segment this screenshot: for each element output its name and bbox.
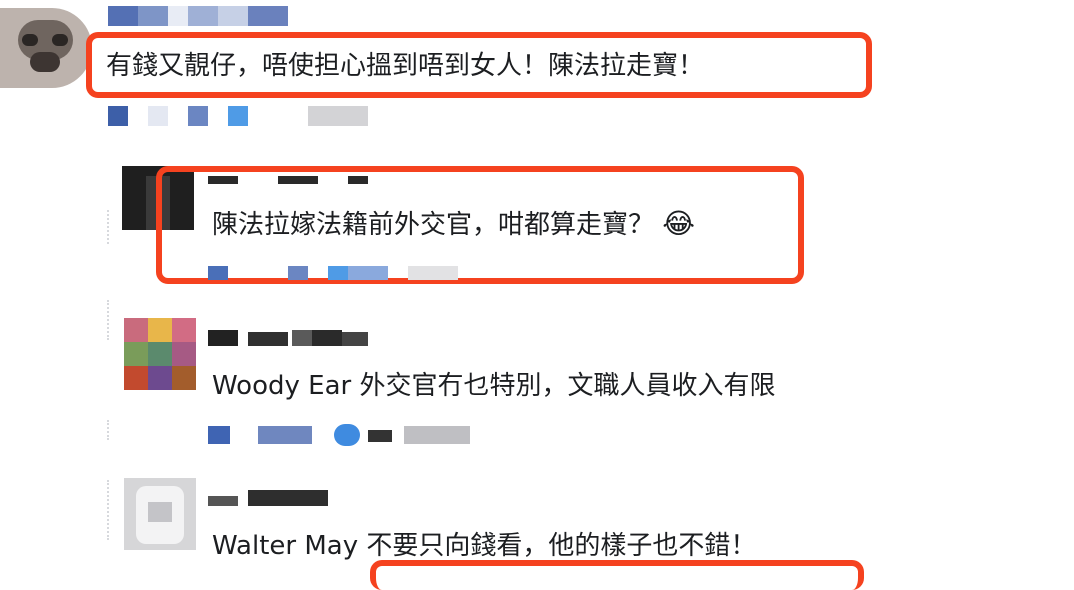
- comment-text-2: 陳法拉嫁法籍前外交官，咁都算走寶？ 😂: [212, 208, 695, 241]
- comment-actions-2[interactable]: [208, 266, 468, 280]
- thread-line: [107, 210, 109, 244]
- comment-highlight-4: [370, 560, 864, 590]
- author-name-4[interactable]: [208, 490, 328, 508]
- comment-actions-1[interactable]: [108, 106, 368, 126]
- author-name-1[interactable]: [108, 6, 288, 26]
- comment-text-4: Walter May 不要只向錢看，他的樣子也不錯！: [212, 531, 757, 561]
- comment-text-2-body: 陳法拉嫁法籍前外交官，咁都算走寶？: [212, 210, 655, 240]
- thread-line: [107, 480, 109, 540]
- comment-text-1: 有錢又靚仔，唔使担心搵到唔到女人！陳法拉走寶！: [106, 51, 705, 81]
- thread-line: [107, 420, 109, 440]
- thread-line: [107, 300, 109, 340]
- laugh-emoji-icon: 😂: [662, 207, 695, 240]
- avatar-white[interactable]: [124, 478, 196, 550]
- comment-actions-3[interactable]: [208, 424, 478, 446]
- avatar-colorful[interactable]: [124, 318, 196, 390]
- author-name-3[interactable]: [208, 326, 368, 348]
- comment-text-3: Woody Ear 外交官冇乜特別，文職人員收入有限: [212, 371, 776, 401]
- avatar-pug[interactable]: [0, 0, 92, 92]
